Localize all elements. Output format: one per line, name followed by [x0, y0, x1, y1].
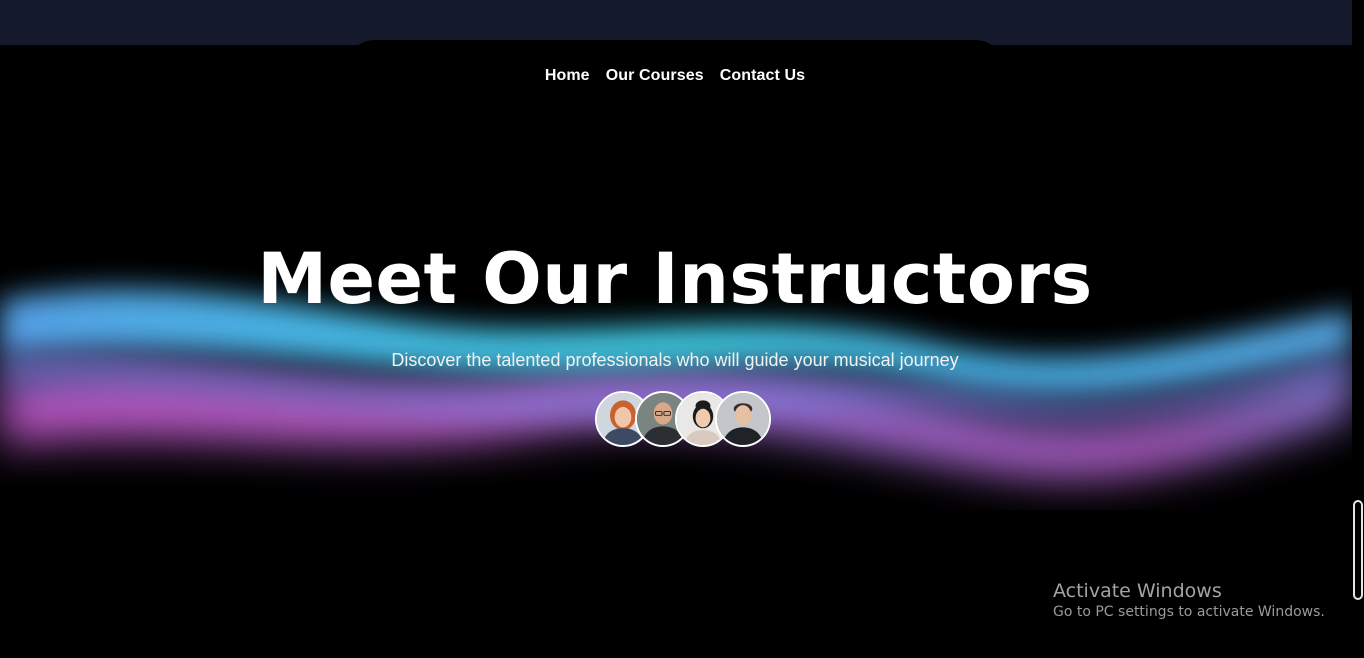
instructor-avatar-4[interactable]	[715, 391, 771, 447]
nav-home-link[interactable]: Home	[545, 67, 590, 85]
hero-title: Meet Our Instructors	[257, 238, 1093, 320]
hero-section: Home Our Courses Contact Us Meet Our Ins…	[0, 0, 1352, 658]
instructor-avatars-group	[595, 391, 775, 447]
watermark-subtitle: Go to PC settings to activate Windows.	[1053, 604, 1325, 620]
person-man-shorthair-icon	[717, 393, 769, 445]
scrollbar-thumb[interactable]	[1353, 500, 1363, 600]
hero-subtitle: Discover the talented professionals who …	[391, 350, 959, 370]
header-strip	[0, 0, 1352, 45]
nav-our-courses-link[interactable]: Our Courses	[606, 67, 704, 85]
nav-contact-us-link[interactable]: Contact Us	[720, 67, 805, 85]
activate-windows-watermark: Activate Windows Go to PC settings to ac…	[1053, 580, 1325, 620]
watermark-title: Activate Windows	[1053, 580, 1222, 602]
main-navbar: Home Our Courses Contact Us	[345, 40, 1005, 114]
